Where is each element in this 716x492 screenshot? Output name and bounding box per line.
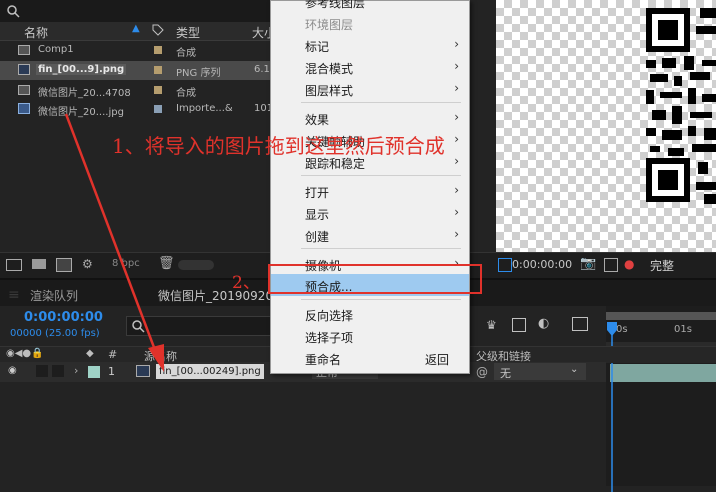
project-item-name: 微信图片_20...4708 xyxy=(38,88,131,99)
work-area-bar[interactable] xyxy=(606,312,716,320)
project-column-header: 名称 ▲ 类型 大小 xyxy=(0,22,276,41)
project-item-name: fin_[00...9].png xyxy=(36,64,127,75)
layer-duration-bar[interactable] xyxy=(610,364,716,382)
thumbnail-slider[interactable] xyxy=(178,260,214,270)
label-tag-icon[interactable] xyxy=(152,24,164,39)
submenu-arrow-icon: › xyxy=(454,59,459,73)
project-item-type: 合成 xyxy=(176,48,196,59)
show-snapshot-icon[interactable] xyxy=(604,258,618,272)
menu-item-guide-layer[interactable]: 参考线图层 xyxy=(271,0,469,12)
layer-context-menu: 参考线图层 环境图层 标记 › 混合模式 › 图层样式 › 效果 › 关键帧辅助 › 跟踪… xyxy=(270,0,470,374)
menu-separator xyxy=(301,102,461,103)
submenu-arrow-icon: › xyxy=(454,183,459,197)
chevron-down-icon: ⌄ xyxy=(570,364,579,375)
project-item[interactable]: Comp1 合成 xyxy=(0,41,270,60)
image-file-icon xyxy=(18,103,30,114)
menu-item-create[interactable]: 创建 › xyxy=(271,224,469,246)
menu-item-blend-mode[interactable]: 混合模式 › xyxy=(271,56,469,78)
annotation-step-2: 2、 xyxy=(232,273,260,293)
audio-toggle[interactable] xyxy=(36,365,48,377)
parent-dropdown[interactable]: 无 ⌄ xyxy=(494,363,586,380)
color-channels-icon[interactable]: ● xyxy=(624,257,634,271)
menu-item-layer-styles[interactable]: 图层样式 › xyxy=(271,78,469,100)
project-item-type: 合成 xyxy=(176,88,196,99)
pick-whip-icon[interactable]: @ xyxy=(476,365,488,379)
timeline-ruler-area[interactable]: 0s 01s xyxy=(606,306,716,492)
menu-item-invert-selection[interactable]: 反向选择 xyxy=(271,303,469,325)
menu-item-rename[interactable]: 重命名 返回 xyxy=(271,347,469,369)
submenu-arrow-icon: › xyxy=(454,227,459,241)
image-sequence-icon xyxy=(18,64,30,75)
project-item-type: Importe...& xyxy=(176,103,233,114)
menu-item-select-children[interactable]: 选择子项 xyxy=(271,325,469,347)
visibility-eye-icon[interactable]: ◉ xyxy=(8,365,17,376)
close-tab-icon[interactable]: ≡ xyxy=(8,287,20,303)
composition-icon xyxy=(18,85,30,95)
qr-code-image xyxy=(646,8,716,204)
submenu-arrow-icon: › xyxy=(454,110,459,124)
project-item[interactable]: 微信图片_20...4708 合成 xyxy=(0,81,270,100)
annotation-arrow-icon xyxy=(64,113,164,372)
submenu-arrow-icon: › xyxy=(454,132,459,146)
parent-value: 无 xyxy=(500,367,511,380)
project-search-bar[interactable] xyxy=(0,0,270,22)
viewer-timecode[interactable]: 0:00:00:00 xyxy=(512,258,572,271)
annotation-highlight-box xyxy=(268,264,482,294)
label-color-swatch[interactable] xyxy=(154,46,162,54)
search-icon xyxy=(7,5,20,18)
menu-item-reveal[interactable]: 显示 › xyxy=(271,202,469,224)
shy-layers-icon[interactable]: ♛ xyxy=(486,318,497,332)
menu-item-effects[interactable]: 效果 › xyxy=(271,107,469,129)
menu-separator xyxy=(301,299,461,300)
menu-item-environment-layer: 环境图层 xyxy=(305,18,354,32)
composition-viewer[interactable] xyxy=(496,0,716,252)
motion-blur-icon[interactable]: ◐ xyxy=(538,316,549,331)
menu-separator xyxy=(301,175,461,176)
composition-icon xyxy=(18,45,30,55)
snapshot-camera-icon[interactable]: 📷 xyxy=(580,256,596,271)
project-search-input[interactable] xyxy=(24,3,258,19)
submenu-arrow-icon: › xyxy=(454,37,459,51)
region-of-interest-icon[interactable] xyxy=(498,258,512,272)
shortcut-hint: 返回 xyxy=(424,353,449,367)
resolution-dropdown[interactable]: 完整 xyxy=(650,257,674,274)
submenu-arrow-icon: › xyxy=(454,81,459,95)
project-item-selected[interactable]: fin_[00...9].png PNG 序列 6.1 xyxy=(0,61,270,80)
submenu-arrow-icon: › xyxy=(454,154,459,168)
layer-name[interactable]: fin_[00...00249].png xyxy=(156,364,264,379)
project-item-size: 6.1 xyxy=(254,64,270,75)
column-type[interactable]: 类型 xyxy=(176,24,200,41)
project-item-name: Comp1 xyxy=(38,44,74,55)
frame-blending-icon[interactable] xyxy=(512,318,526,332)
submenu-arrow-icon: › xyxy=(454,205,459,219)
label-color-swatch[interactable] xyxy=(154,66,162,74)
ruler-label-1s: 01s xyxy=(674,324,692,335)
column-name[interactable]: 名称 xyxy=(24,24,48,41)
new-folder-icon[interactable] xyxy=(32,259,46,269)
interpret-footage-icon[interactable] xyxy=(6,259,22,271)
menu-separator xyxy=(301,248,461,249)
menu-item-open[interactable]: 打开 › xyxy=(271,180,469,202)
graph-editor-icon[interactable] xyxy=(572,317,588,331)
project-item-type: PNG 序列 xyxy=(176,68,221,79)
label-color-swatch[interactable] xyxy=(154,86,162,94)
sort-ascending-icon[interactable]: ▲ xyxy=(132,23,140,34)
av-switches-icon[interactable]: ◉◀●🔒 xyxy=(6,348,44,359)
menu-item-markers[interactable]: 标记 › xyxy=(271,34,469,56)
